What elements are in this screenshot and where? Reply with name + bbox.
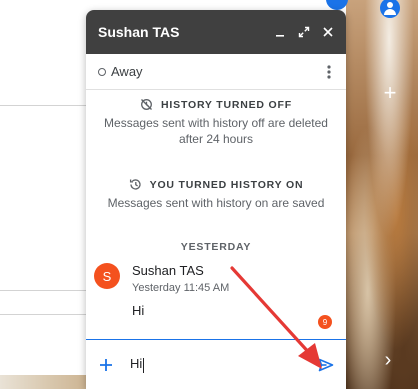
day-separator: YESTERDAY xyxy=(180,241,252,253)
divider xyxy=(0,290,90,291)
message-item[interactable]: S Sushan TAS Yesterday 11:45 AM Hi xyxy=(94,263,336,318)
add-icon[interactable] xyxy=(96,355,116,375)
chevron-right-icon[interactable]: › xyxy=(380,350,396,370)
history-off-icon xyxy=(141,99,153,110)
message-text: Hi xyxy=(132,303,145,318)
close-icon[interactable] xyxy=(320,24,336,40)
background-photo xyxy=(346,0,418,389)
divider xyxy=(0,105,90,106)
history-on-body: Messages sent with history on are saved xyxy=(107,196,325,210)
message-sender: Sushan TAS xyxy=(132,263,204,278)
history-on-notice: YOU TURNED HISTORY ON Messages sent with… xyxy=(86,178,346,211)
text-caret xyxy=(143,357,145,373)
composer: Hi xyxy=(86,339,346,389)
message-input[interactable]: Hi xyxy=(130,356,316,373)
unread-badge: 9 xyxy=(318,315,332,329)
history-off-notice: HISTORY TURNED OFF Messages sent with hi… xyxy=(86,98,346,147)
chat-title: Sushan TAS xyxy=(98,24,180,40)
background-image-strip xyxy=(0,375,100,389)
history-off-heading: HISTORY TURNED OFF xyxy=(161,98,292,111)
send-icon[interactable] xyxy=(316,355,336,375)
more-vert-icon[interactable] xyxy=(322,64,336,80)
status-bar: Away xyxy=(86,54,346,90)
minimize-icon[interactable] xyxy=(272,24,288,40)
popout-icon[interactable] xyxy=(296,24,312,40)
new-chat-plus-icon[interactable]: + xyxy=(380,82,400,104)
history-on-heading: YOU TURNED HISTORY ON xyxy=(149,178,304,191)
message-timestamp: Yesterday 11:45 AM xyxy=(132,282,230,294)
message-input-value: Hi xyxy=(130,356,143,372)
history-icon xyxy=(129,179,141,190)
chat-window: Sushan TAS Away HISTORY TURNED OFF Messa… xyxy=(86,10,346,389)
avatar[interactable]: S xyxy=(94,263,120,289)
chat-header[interactable]: Sushan TAS xyxy=(86,10,346,54)
history-off-body: Messages sent with history off are delet… xyxy=(104,116,328,146)
message-list: HISTORY TURNED OFF Messages sent with hi… xyxy=(86,90,346,340)
status-indicator xyxy=(98,67,106,76)
divider xyxy=(0,314,90,315)
presence-status: Away xyxy=(111,64,143,79)
